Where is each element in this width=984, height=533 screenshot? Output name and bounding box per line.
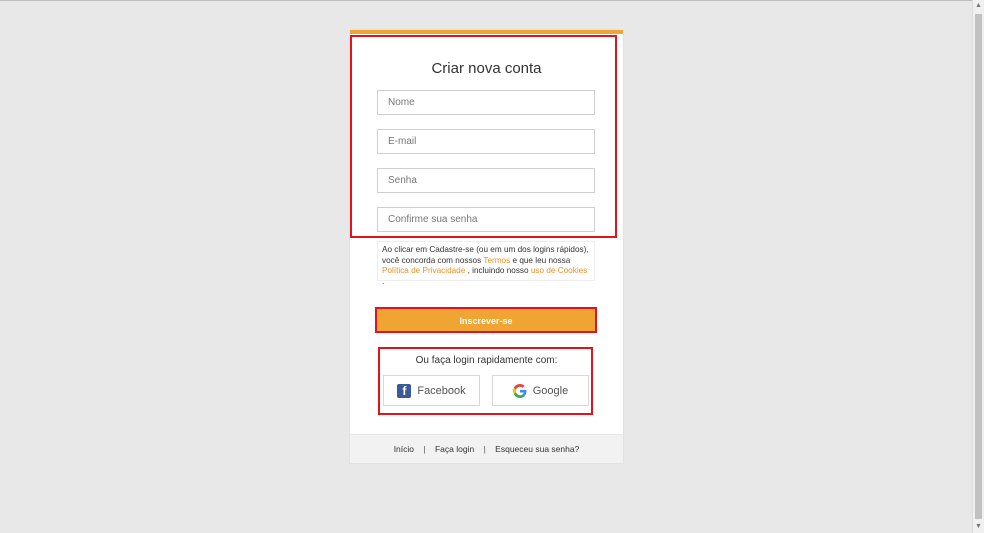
confirm-password-input[interactable] [378, 208, 594, 231]
cookies-link[interactable]: uso de Cookies [531, 266, 587, 275]
name-field[interactable] [377, 90, 595, 115]
form-title: Criar nova conta [431, 60, 542, 77]
facebook-icon: f [397, 383, 412, 398]
forgot-password-link[interactable]: Esqueceu sua senha? [495, 444, 579, 454]
password-field[interactable] [377, 168, 595, 193]
google-icon [512, 383, 527, 398]
facebook-label: Facebook [417, 384, 466, 397]
google-login-button[interactable]: Google [492, 375, 589, 406]
scroll-down-arrow-icon[interactable]: ▼ [973, 521, 984, 533]
footer-separator: | [423, 444, 426, 454]
vertical-scrollbar[interactable]: ▲ ▼ [972, 0, 984, 533]
footer-separator: | [483, 444, 486, 454]
scroll-up-arrow-icon[interactable]: ▲ [973, 0, 984, 12]
quick-login-title: Ou faça login rapidamente com: [415, 355, 558, 366]
home-link[interactable]: Início [394, 444, 414, 454]
signup-card: Criar nova conta Ao clicar em Cadastre-s… [349, 29, 624, 464]
privacy-policy-link[interactable]: Política de Privacidade [382, 266, 465, 275]
terms-notice: Ao clicar em Cadastre-se (ou em um dos l… [377, 241, 595, 286]
card-footer: Início | Faça login | Esqueceu sua senha… [350, 434, 623, 463]
terms-text-2: e que leu nossa [512, 255, 571, 265]
password-input[interactable] [378, 169, 594, 192]
email-field[interactable] [377, 129, 595, 154]
terms-link[interactable]: Termos [483, 256, 510, 265]
google-label: Google [532, 384, 569, 397]
terms-text-3: , incluindo nosso [467, 266, 529, 275]
name-input[interactable] [378, 91, 594, 114]
confirm-password-field[interactable] [377, 207, 595, 232]
login-link[interactable]: Faça login [435, 444, 474, 454]
signup-button[interactable]: Inscrever-se [377, 309, 595, 331]
window-top-border [0, 0, 972, 1]
scrollbar-thumb[interactable] [975, 14, 982, 519]
facebook-login-button[interactable]: f Facebook [383, 375, 480, 406]
email-input[interactable] [378, 130, 594, 153]
terms-text-4: . [382, 276, 385, 286]
card-accent-bar [350, 30, 623, 34]
